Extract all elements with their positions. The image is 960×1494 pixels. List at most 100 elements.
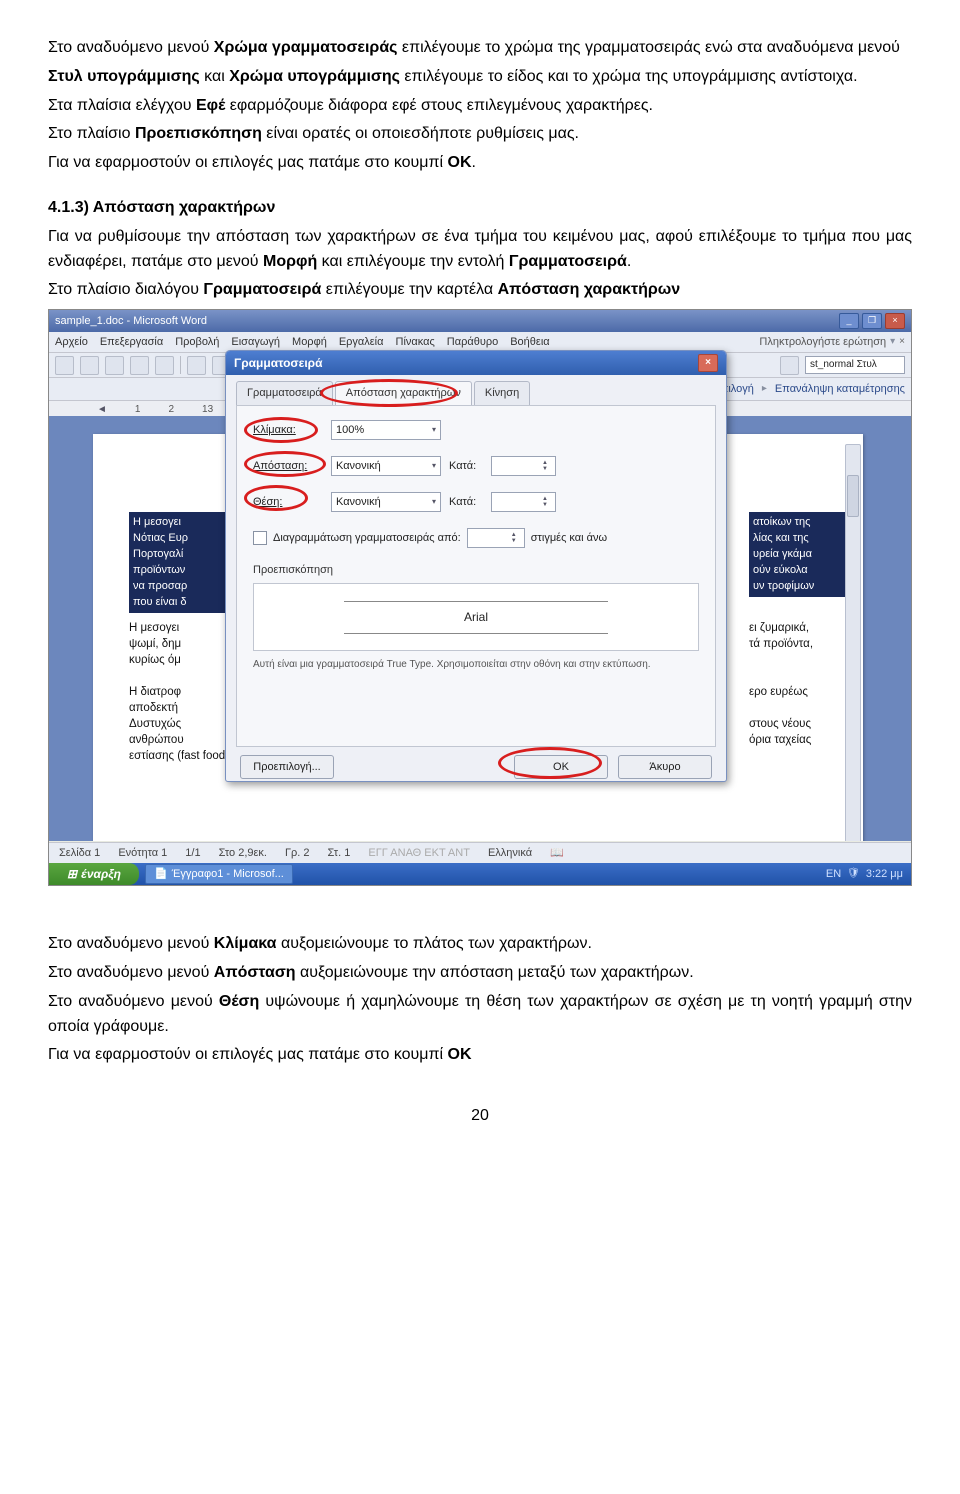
text-bold: Εφέ xyxy=(196,97,225,114)
text: Στο αναδυόμενο μενού xyxy=(48,964,214,981)
vertical-scrollbar[interactable] xyxy=(845,444,861,841)
status-section: Ενότητα 1 xyxy=(118,845,167,862)
status-col: Στ. 1 xyxy=(328,845,351,862)
window-titlebar: sample_1.doc - Microsoft Word _ ❐ × xyxy=(49,310,911,332)
recount-link[interactable]: Επανάληψη καταμέτρησης xyxy=(775,381,905,398)
position-combo[interactable]: Κανονική▾ xyxy=(331,492,441,512)
text: Στο πλαίσιο διαλόγου xyxy=(48,281,203,298)
status-language: Ελληνικά xyxy=(488,845,532,862)
text-bold: ΟΚ xyxy=(448,154,472,171)
text: αυξομειώνουμε το πλάτος των χαρακτήρων. xyxy=(277,935,592,952)
text: και επιλέγουμε την εντολή xyxy=(317,253,509,270)
text: Για να εφαρμοστούν οι επιλογές μας πατάμ… xyxy=(48,1046,448,1063)
cancel-button[interactable]: Άκυρο xyxy=(618,755,712,779)
text: επιλέγουμε το χρώμα της γραμματοσειράς ε… xyxy=(397,39,899,56)
new-icon[interactable] xyxy=(55,356,74,375)
preview-icon[interactable] xyxy=(155,356,174,375)
tab-character-spacing[interactable]: Απόσταση χαρακτήρων xyxy=(335,381,472,405)
menu-file[interactable]: Αρχείο xyxy=(55,334,88,351)
window-title: sample_1.doc - Microsoft Word xyxy=(55,313,207,330)
scroll-thumb[interactable] xyxy=(847,475,859,517)
start-button[interactable]: ⊞ έναρξη xyxy=(49,863,139,885)
style-icon[interactable] xyxy=(780,356,799,375)
text: είναι ορατές οι οποιεσδήποτε ρυθμίσεις μ… xyxy=(262,125,579,142)
word-screenshot: sample_1.doc - Microsoft Word _ ❐ × Αρχε… xyxy=(48,309,912,886)
text-bold: Προεπισκόπηση xyxy=(135,125,262,142)
tab-font[interactable]: Γραμματοσειρά xyxy=(236,381,333,405)
body-text: όρια ταχείας xyxy=(749,732,859,750)
text-bold: Κλίμακα xyxy=(214,935,277,952)
spacing-by-spinner[interactable]: ▲▼ xyxy=(491,456,556,476)
text-bold: Μορφή xyxy=(263,253,317,270)
status-page: Σελίδα 1 xyxy=(59,845,100,862)
ask-question-box[interactable]: Πληκτρολογήστε ερώτηση xyxy=(759,334,886,351)
tray-shield-icon[interactable]: 🛡 xyxy=(847,866,860,882)
close-icon[interactable]: × xyxy=(899,334,905,350)
menu-window[interactable]: Παράθυρο xyxy=(447,334,498,351)
font-dialog: Γραμματοσειρά × Γραμματοσειρά Απόσταση χ… xyxy=(225,350,727,782)
default-button[interactable]: Προεπιλογή... xyxy=(240,755,334,779)
spellcheck-icon[interactable] xyxy=(187,356,206,375)
style-combo[interactable]: st_normal Στυλ xyxy=(805,356,905,374)
status-pages: 1/1 xyxy=(185,845,200,862)
text: επιλέγουμε την καρτέλα xyxy=(321,281,497,298)
minimize-button[interactable]: _ xyxy=(839,313,859,329)
spacing-label: Απόσταση: xyxy=(253,458,323,475)
save-icon[interactable] xyxy=(105,356,124,375)
text: Στο αναδυόμενο μενού xyxy=(48,993,219,1010)
kerning-checkbox[interactable] xyxy=(253,531,267,545)
text: Στο πλαίσιο xyxy=(48,125,135,142)
scale-combo[interactable]: 100%▾ xyxy=(331,420,441,440)
menu-format[interactable]: Μορφή xyxy=(292,334,327,351)
text-bold: Χρώμα γραμματοσειράς xyxy=(214,39,398,56)
dialog-titlebar: Γραμματοσειρά × xyxy=(226,351,726,375)
text-bold: Θέση xyxy=(219,993,259,1010)
close-button[interactable]: × xyxy=(885,313,905,329)
text: Στα πλαίσια ελέγχου xyxy=(48,97,196,114)
preview-group-label: Προεπισκόπηση xyxy=(253,562,699,579)
by-label: Κατά: xyxy=(449,458,483,475)
preview-text: Arial xyxy=(344,601,608,634)
text: και xyxy=(200,68,230,85)
statusbar: Σελίδα 1 Ενότητα 1 1/1 Στο 2,9εκ. Γρ. 2 … xyxy=(49,842,911,863)
menu-view[interactable]: Προβολή xyxy=(175,334,219,351)
text-bold: Χρώμα υπογράμμισης xyxy=(229,68,400,85)
print-icon[interactable] xyxy=(130,356,149,375)
menu-insert[interactable]: Εισαγωγή xyxy=(231,334,280,351)
open-icon[interactable] xyxy=(80,356,99,375)
text: Για να εφαρμοστούν οι επιλογές μας πατάμ… xyxy=(48,154,448,171)
tray-clock: 3:22 μμ xyxy=(866,866,903,883)
text: εφαρμόζουμε διάφορα εφέ στους επιλεγμένο… xyxy=(225,97,653,114)
scale-label: Κλίμακα: xyxy=(253,422,323,439)
dialog-tabs: Γραμματοσειρά Απόσταση χαρακτήρων Κίνηση xyxy=(226,375,726,405)
text-bold: Απόσταση χαρακτήρων xyxy=(498,281,681,298)
book-icon[interactable]: 📖 xyxy=(550,845,564,862)
maximize-button[interactable]: ❐ xyxy=(862,313,882,329)
dialog-close-button[interactable]: × xyxy=(698,354,718,372)
spacing-combo[interactable]: Κανονική▾ xyxy=(331,456,441,476)
kerning-label: Διαγραμμάτωση γραμματοσειράς από: xyxy=(273,530,461,547)
windows-taskbar: ⊞ έναρξη 📄 Έγγραφο1 - Microsof... EN 🛡 3… xyxy=(49,863,911,885)
page-number: 20 xyxy=(48,1104,912,1129)
body-text: ερο ευρέως xyxy=(749,684,859,702)
kerning-after-label: στιγμές και άνω xyxy=(531,530,607,547)
status-line: Γρ. 2 xyxy=(285,845,310,862)
windows-logo-icon: ⊞ xyxy=(67,865,77,884)
ok-button[interactable]: OK xyxy=(514,755,608,779)
window-buttons: _ ❐ × xyxy=(839,313,905,329)
menu-table[interactable]: Πίνακας xyxy=(396,334,435,351)
tray-language[interactable]: EN xyxy=(826,866,841,883)
text: Στο αναδυόμενο μενού xyxy=(48,935,214,952)
kerning-points-spinner[interactable]: ▲▼ xyxy=(467,528,525,548)
menu-tools[interactable]: Εργαλεία xyxy=(339,334,384,351)
menu-edit[interactable]: Επεξεργασία xyxy=(100,334,163,351)
position-by-spinner[interactable]: ▲▼ xyxy=(491,492,556,512)
taskbar-item-word[interactable]: 📄 Έγγραφο1 - Microsof... xyxy=(145,864,293,884)
position-label: Θέση: xyxy=(253,494,323,511)
tab-text-effects[interactable]: Κίνηση xyxy=(474,381,530,405)
separator xyxy=(180,356,181,374)
text: αυξομειώνουμε την απόσταση μεταξύ των χα… xyxy=(296,964,694,981)
status-at: Στο 2,9εκ. xyxy=(219,845,267,862)
menu-help[interactable]: Βοήθεια xyxy=(510,334,549,351)
section-heading: 4.1.3) Απόσταση χαρακτήρων xyxy=(48,199,275,216)
